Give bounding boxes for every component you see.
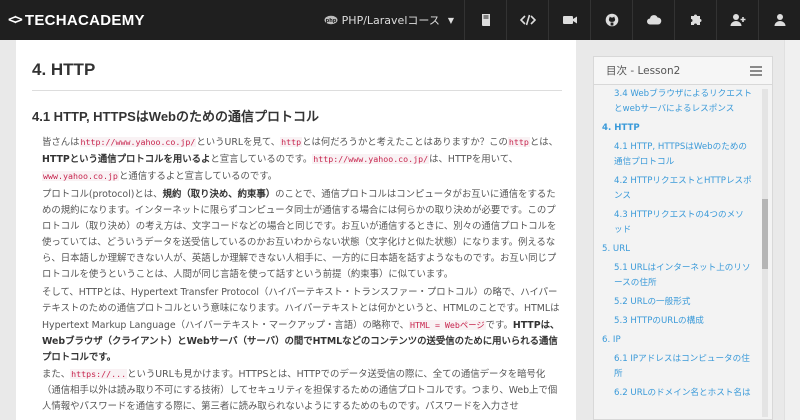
- course-label: PHP/Laravelコース: [341, 14, 440, 27]
- inline-code: HTML = Webページ: [408, 320, 486, 330]
- paragraph-1: 皆さんはhttp://www.yahoo.co.jp/というURLを見て、htt…: [42, 137, 558, 182]
- toc-scrollbar[interactable]: [762, 89, 768, 417]
- toc-item[interactable]: 4. HTTP: [594, 121, 758, 136]
- lesson-article: 4. HTTP 4.1 HTTP, HTTPSはWebのための通信プロトコル 皆…: [16, 40, 576, 420]
- video-button[interactable]: [548, 0, 590, 40]
- code-button[interactable]: [506, 0, 548, 40]
- cloud-button[interactable]: [632, 0, 674, 40]
- toc-item[interactable]: 5.1 URLはインターネット上のリソースの住所: [594, 261, 758, 291]
- inline-code: http://www.yahoo.co.jp/: [312, 154, 430, 164]
- toc-list: 3.4 Webブラウザによるリクエストとwebサーバによるレスポンス 4. HT…: [594, 87, 758, 405]
- toc-item[interactable]: 5. URL: [594, 242, 758, 257]
- puzzle-button[interactable]: [674, 0, 716, 40]
- github-button[interactable]: [590, 0, 632, 40]
- page-scrollbar[interactable]: [784, 40, 800, 420]
- toc-item[interactable]: 3.4 Webブラウザによるリクエストとwebサーバによるレスポンス: [594, 87, 758, 117]
- cloud-icon: [646, 15, 661, 25]
- paragraph-4: また、https://...というURLも見かけます。HTTPSとは、HTTPで…: [42, 369, 558, 412]
- toc-item[interactable]: 6.2 URLのドメイン名とホスト名は: [594, 386, 758, 401]
- paragraph-2: プロトコル(protocol)とは、規約（取り決め、約束事）のことで、通信プロト…: [42, 189, 557, 280]
- menu-icon[interactable]: [750, 65, 762, 76]
- nav-right: php PHP/Laravelコース ▼: [314, 0, 800, 40]
- brand-logo[interactable]: <> TECHACADEMY: [8, 12, 145, 29]
- add-user-button[interactable]: [716, 0, 758, 40]
- user-button[interactable]: [758, 0, 800, 40]
- sub-title: 4.1 HTTP, HTTPSはWebのための通信プロトコル: [32, 109, 319, 124]
- svg-text:php: php: [325, 18, 336, 24]
- book-icon: [481, 14, 490, 26]
- inline-code: http://www.yahoo.co.jp/: [79, 137, 197, 147]
- toc-item[interactable]: 4.1 HTTP, HTTPSはWebのための通信プロトコル: [594, 140, 758, 170]
- toc-item[interactable]: 6. IP: [594, 333, 758, 348]
- chevron-down-icon: ▼: [447, 15, 454, 25]
- book-button[interactable]: [464, 0, 506, 40]
- toc-header: 目次 - Lesson2: [594, 57, 772, 85]
- inline-code: https://...: [70, 369, 128, 379]
- toc-scroll-thumb[interactable]: [762, 199, 768, 269]
- toc-item[interactable]: 4.2 HTTPリクエストとHTTPレスポンス: [594, 174, 758, 204]
- course-dropdown[interactable]: php PHP/Laravelコース ▼: [314, 0, 464, 40]
- toc-item[interactable]: 4.3 HTTPリクエストの4つのメソッド: [594, 208, 758, 238]
- paragraph-3: そして、HTTPとは、Hypertext Transfer Protocol（ハ…: [42, 287, 560, 363]
- toc-title: 目次 - Lesson2: [606, 65, 681, 77]
- add-user-icon: [730, 14, 745, 26]
- inline-code: http: [507, 137, 530, 147]
- puzzle-icon: [690, 14, 701, 25]
- github-icon: [605, 13, 618, 27]
- top-navbar: <> TECHACADEMY php PHP/Laravelコース ▼: [0, 0, 800, 40]
- php-icon: php: [324, 15, 338, 25]
- toc-item[interactable]: 5.3 HTTPのURLの構成: [594, 314, 758, 329]
- brand-name: TECHACADEMY: [24, 11, 145, 29]
- brand-chevron-icon: <>: [8, 12, 23, 28]
- toc-sidebar: 目次 - Lesson2 3.4 Webブラウザによるリクエストとwebサーバに…: [593, 56, 773, 420]
- section-title: 4. HTTP: [32, 60, 562, 91]
- inline-code: http: [280, 137, 303, 147]
- video-icon: [562, 16, 577, 24]
- toc-item[interactable]: 5.2 URLの一般形式: [594, 295, 758, 310]
- code-icon: [519, 14, 536, 26]
- user-icon: [774, 14, 785, 26]
- inline-code: www.yahoo.co.jp: [42, 171, 119, 181]
- toc-item[interactable]: 6.1 IPアドレスはコンピュータの住所: [594, 352, 758, 382]
